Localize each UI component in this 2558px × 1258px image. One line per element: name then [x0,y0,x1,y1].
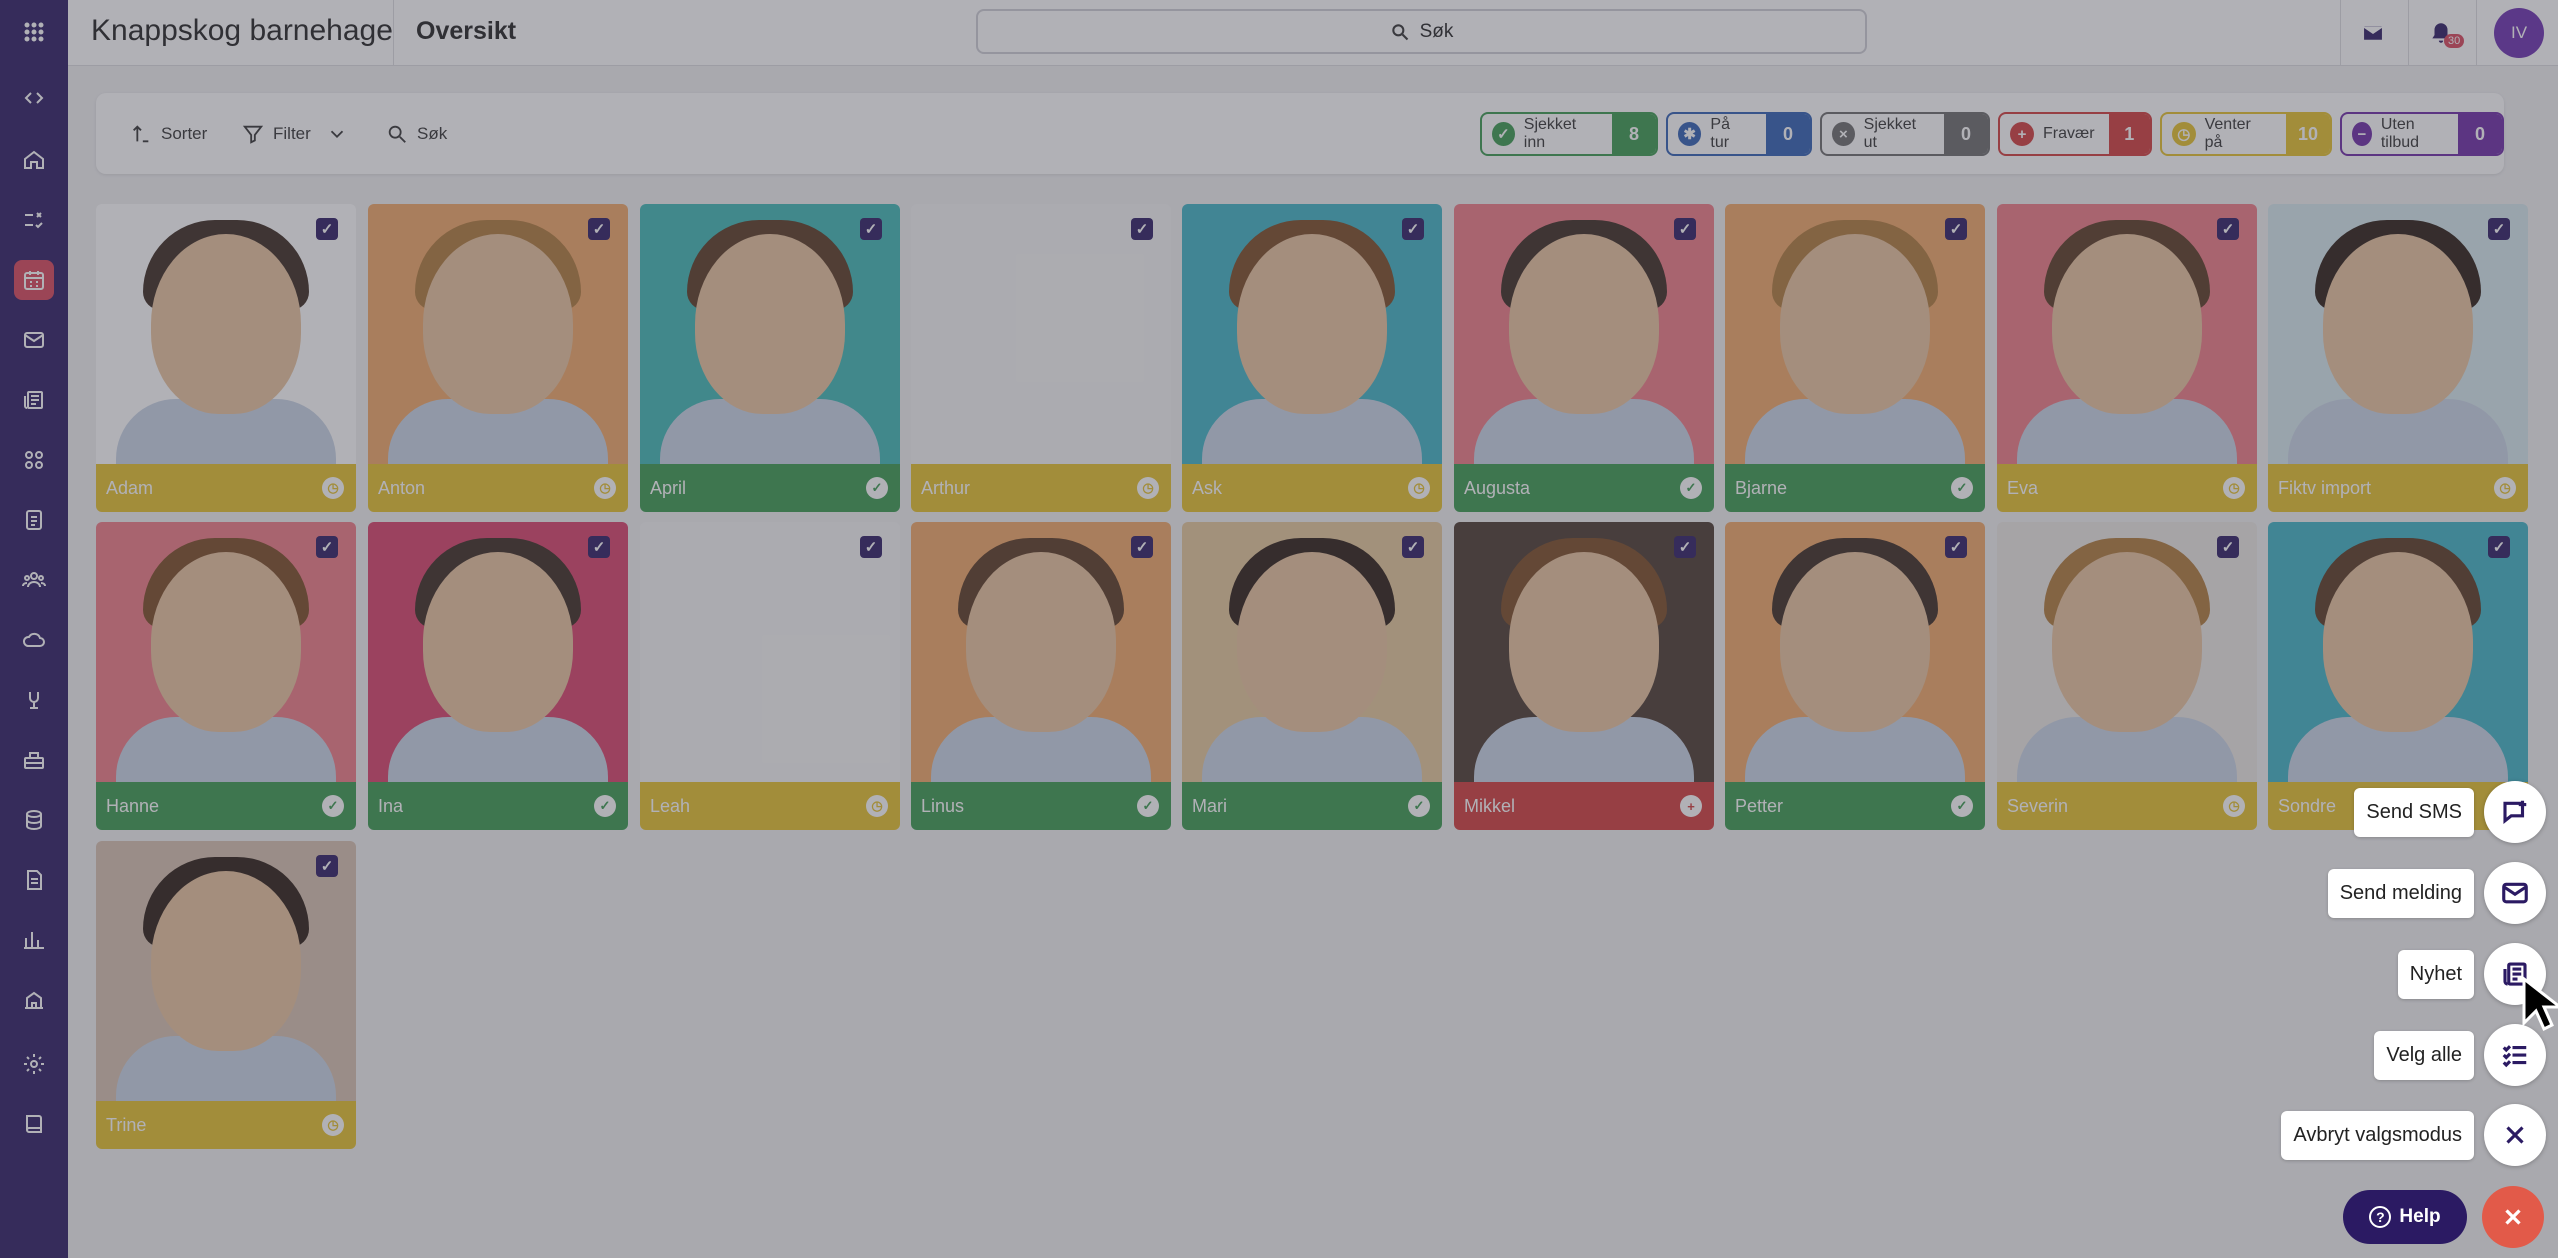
close-icon [2505,1209,2521,1225]
action-sms[interactable]: Send SMS [2354,781,2546,843]
action-button[interactable] [2484,1104,2546,1166]
help-button[interactable]: ? Help [2343,1190,2467,1244]
help-label: Help [2399,1206,2441,1227]
mail-icon [2502,882,2528,904]
action-button[interactable] [2484,781,2546,843]
help-icon: ? [2369,1206,2392,1228]
action-label[interactable]: Nyhet [2397,949,2474,999]
close-icon [2506,1126,2524,1144]
action-label[interactable]: Velg alle [2374,1030,2474,1080]
close-menu-button[interactable] [2482,1186,2544,1248]
list-check-icon [2502,1045,2527,1068]
action-close[interactable]: Avbryt valgsmodus [2281,1104,2546,1166]
action-label[interactable]: Send melding [2327,868,2474,918]
sms-icon [2503,800,2527,825]
action-button[interactable] [2484,862,2546,924]
selection-mode-overlay [0,0,2558,1258]
action-mail[interactable]: Send melding [2327,862,2546,924]
action-label[interactable]: Send SMS [2354,787,2474,837]
action-label[interactable]: Avbryt valgsmodus [2281,1110,2474,1160]
mouse-cursor-icon [2522,975,2558,1032]
